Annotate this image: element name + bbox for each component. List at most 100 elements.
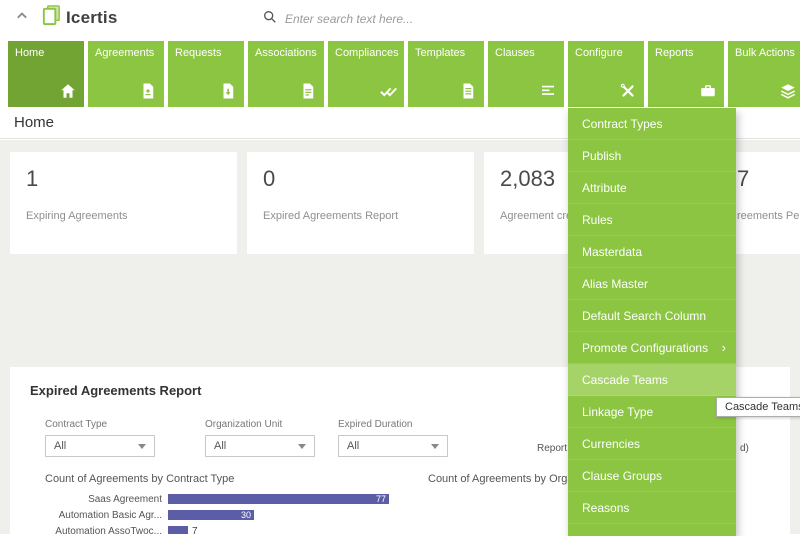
tab-label: Home (15, 47, 44, 59)
menu-item-label: Attribute (582, 181, 627, 195)
menu-item-rules[interactable]: Rules (568, 204, 736, 236)
briefcase-icon (699, 82, 717, 100)
menu-item-reasons[interactable]: Reasons (568, 492, 736, 524)
tab-label: Templates (415, 47, 465, 59)
tab-home[interactable]: Home (8, 41, 84, 107)
chevron-up-icon (12, 6, 32, 31)
filter-label: Organization Unit (205, 419, 315, 430)
chevron-down-icon (298, 444, 306, 449)
menu-item-linkage-type[interactable]: Linkage Type (568, 396, 736, 428)
menu-item-contract-types[interactable]: Contract Types (568, 108, 736, 140)
filter-contract-type: Contract Type All (45, 419, 155, 457)
chevron-down-icon (138, 444, 146, 449)
tab-associations[interactable]: Associations (248, 41, 324, 107)
menu-item-alias-master[interactable]: Alias Master (568, 268, 736, 300)
tab-label: Configure (575, 47, 623, 59)
filters-row: Contract TypeAllOrganization UnitAllExpi… (30, 419, 448, 457)
filter-selected-value: All (54, 440, 66, 452)
tab-agreements[interactable]: Agreements (88, 41, 164, 107)
submenu-arrow-icon: › (722, 332, 726, 364)
menu-item-currencies[interactable]: Currencies (568, 428, 736, 460)
menu-item-publish[interactable]: Publish (568, 140, 736, 172)
bar[interactable]: 77 (168, 494, 389, 504)
tab-compliances[interactable]: Compliances (328, 41, 404, 107)
card-label: Expiring Agreements (26, 210, 221, 222)
menu-item-label: Alias Master (582, 277, 648, 291)
filter-expired-duration: Expired Duration All (338, 419, 448, 457)
menu-item-label: Reasons (582, 501, 629, 515)
bar-category-label: Saas Agreement (30, 494, 168, 505)
card-value: 0 (263, 166, 458, 192)
filter-label: Expired Duration (338, 419, 448, 430)
tab-label: Clauses (495, 47, 535, 59)
tab-label: Compliances (335, 47, 399, 59)
filter-select[interactable]: All (45, 435, 155, 457)
menu-item-label: Default Search Column (582, 309, 706, 323)
filter-selected-value: All (347, 440, 359, 452)
icertis-logo[interactable]: Icertis (40, 4, 118, 32)
report-generated-text-tail: d) (740, 443, 749, 454)
filter-label: Contract Type (45, 419, 155, 430)
menu-item-cascade-teams[interactable]: Cascade Teams (568, 364, 736, 396)
card-value: 1 (26, 166, 221, 192)
tab-clauses[interactable]: Clauses (488, 41, 564, 107)
logo-text: Icertis (66, 8, 118, 28)
double-check-icon (379, 82, 397, 100)
requests-doc-icon (219, 82, 237, 100)
collapse-header-button[interactable] (10, 6, 34, 30)
menu-item-label: Rules (582, 213, 613, 227)
tab-label: Bulk Actions (735, 47, 795, 59)
bar-value-label: 77 (376, 494, 386, 504)
filter-select[interactable]: All (338, 435, 448, 457)
tab-reports[interactable]: Reports (648, 41, 724, 107)
card-label: Expired Agreements Report (263, 210, 458, 222)
menu-item-label: Promote Configurations (582, 341, 708, 355)
tab-label: Associations (255, 47, 317, 59)
chevron-down-icon (431, 444, 439, 449)
dashboard-card[interactable]: 0 Expired Agreements Report (247, 152, 474, 254)
menu-item-default-search-column[interactable]: Default Search Column (568, 300, 736, 332)
configure-tools-icon (619, 82, 637, 100)
ribbon: Home Agreements Requests Associations Compli… (0, 36, 800, 107)
filter-selected-value: All (214, 440, 226, 452)
tab-configure[interactable]: Configure (568, 41, 644, 107)
filter-select[interactable]: All (205, 435, 315, 457)
bar-value-label: 30 (241, 510, 251, 520)
configure-dropdown-menu: Contract Types Publish Attribute Rules Maste… (568, 108, 736, 536)
search-icon[interactable] (262, 9, 278, 30)
menu-item-label: Masterdata (582, 245, 642, 259)
search-input[interactable] (285, 12, 495, 26)
tooltip: Cascade Teams (716, 397, 800, 417)
tab-label: Requests (175, 47, 221, 59)
tab-label: Agreements (95, 47, 154, 59)
menu-item-label: Linkage Type (582, 405, 653, 419)
bar[interactable]: 30 (168, 510, 254, 520)
filter-organization-unit: Organization Unit All (205, 419, 315, 457)
menu-item-label: Publish (582, 149, 621, 163)
bar-category-label: Automation Basic Agr... (30, 510, 168, 521)
tab-label: Reports (655, 47, 694, 59)
bar-value-label: 7 (192, 526, 198, 535)
bar[interactable] (168, 526, 188, 534)
clauses-lines-icon (539, 82, 557, 100)
associations-doc-icon (299, 82, 317, 100)
menu-item-attribute[interactable]: Attribute (568, 172, 736, 204)
card-label: reements Pend (737, 210, 800, 222)
tab-bulk-actions[interactable]: Bulk Actions (728, 41, 800, 107)
templates-doc-icon (459, 82, 477, 100)
menu-item-label: Currencies (582, 437, 640, 451)
home-icon (59, 82, 77, 100)
menu-item-masterdata[interactable]: Masterdata (568, 236, 736, 268)
agreements-doc-icon (139, 82, 157, 100)
menu-item-label: Clause Groups (582, 469, 662, 483)
dashboard-card[interactable]: 1 Expiring Agreements (10, 152, 237, 254)
menu-item-promote-configurations[interactable]: Promote Configurations › (568, 332, 736, 364)
menu-item-clause-groups[interactable]: Clause Groups (568, 460, 736, 492)
bar-category-label: Automation AssoTwoc... (30, 526, 168, 535)
tab-requests[interactable]: Requests (168, 41, 244, 107)
tab-templates[interactable]: Templates (408, 41, 484, 107)
layers-icon (779, 82, 797, 100)
menu-item-label: Cascade Teams (582, 373, 668, 387)
menu-item-label: Contract Types (582, 117, 662, 131)
card-value: 7 (737, 166, 800, 192)
